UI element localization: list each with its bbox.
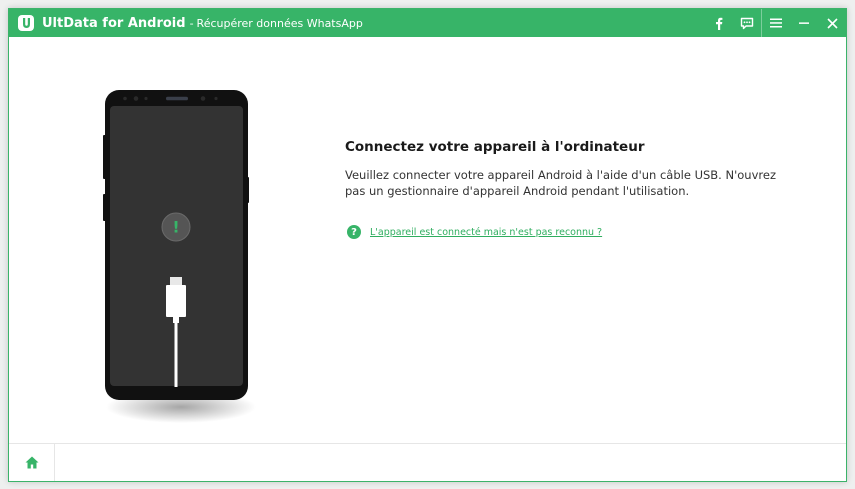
home-icon xyxy=(25,456,38,469)
menu-icon xyxy=(770,18,782,28)
feedback-button[interactable] xyxy=(733,9,761,37)
window-subtitle: Récupérer données WhatsApp xyxy=(196,16,363,30)
app-name: UltData for Android xyxy=(42,15,186,31)
home-button[interactable] xyxy=(9,444,55,481)
app-logo-icon xyxy=(18,15,34,31)
footer-bar xyxy=(9,443,846,481)
instructions-text: Veuillez connecter votre appareil Androi… xyxy=(345,168,776,198)
question-icon[interactable]: ? xyxy=(347,225,361,239)
help-row[interactable]: ? L'appareil est connecté mais n'est pas… xyxy=(345,225,785,239)
menu-button[interactable] xyxy=(762,9,790,37)
phone-illustration: ! xyxy=(103,89,263,429)
facebook-button[interactable] xyxy=(705,9,733,37)
feedback-icon xyxy=(740,17,754,29)
page-title: Connectez votre appareil à l'ordinateur xyxy=(345,139,645,155)
close-icon xyxy=(826,17,838,29)
phone-alert-icon: ! xyxy=(172,218,179,237)
titlebar-controls xyxy=(705,9,846,37)
main-content: Connectez votre appareil à l'ordinateur … xyxy=(345,139,785,239)
minimize-button[interactable] xyxy=(790,9,818,37)
title-separator: - xyxy=(189,16,194,30)
title-bar[interactable]: UltData for Android - Récupérer données … xyxy=(9,9,846,37)
app-window: UltData for Android - Récupérer données … xyxy=(8,8,847,482)
facebook-icon xyxy=(716,17,723,30)
device-not-recognized-link[interactable]: L'appareil est connecté mais n'est pas r… xyxy=(370,227,602,238)
minimize-icon xyxy=(799,22,809,24)
close-button[interactable] xyxy=(818,9,846,37)
